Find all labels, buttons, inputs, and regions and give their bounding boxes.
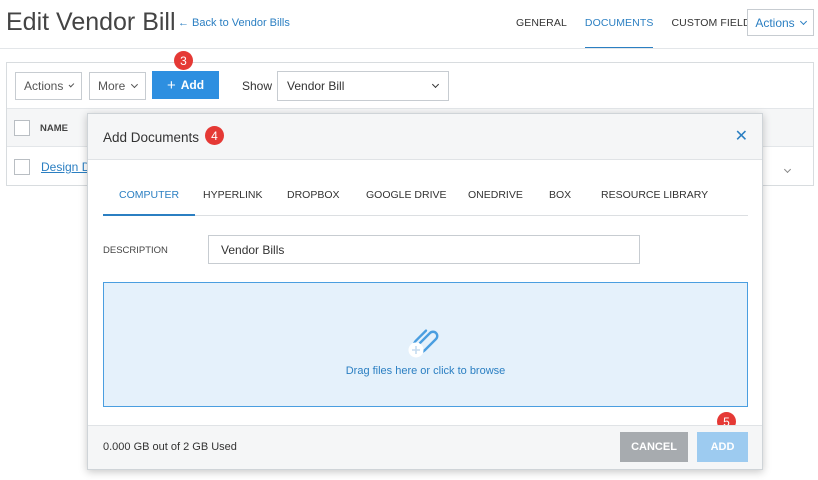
toolbar-actions-label: Actions (24, 79, 64, 93)
modal-source-tabs: COMPUTER HYPERLINK DROPBOX GOOGLE DRIVE … (102, 184, 748, 216)
chevron-down-icon (431, 80, 440, 89)
description-label: DESCRIPTION (103, 245, 168, 256)
row-checkbox[interactable] (14, 159, 30, 175)
chevron-down-icon (799, 17, 807, 25)
column-header-name[interactable]: NAME (40, 123, 68, 134)
tab-hyperlink[interactable]: HYPERLINK (203, 189, 263, 201)
header-actions-label: Actions (755, 15, 795, 30)
chevron-down-icon (131, 81, 139, 88)
back-link[interactable]: ← Back to Vendor Bills (178, 17, 290, 29)
add-documents-modal: Add Documents 4 ✕ COMPUTER HYPERLINK DRO… (87, 113, 763, 470)
plus-icon: + (166, 76, 176, 94)
back-link-label: Back to Vendor Bills (192, 17, 290, 29)
modal-footer: 0.000 GB out of 2 GB Used CANCEL ADD (88, 425, 762, 469)
toolbar-actions-button[interactable]: Actions (15, 72, 82, 100)
paperclip-icon (406, 319, 446, 359)
tab-onedrive[interactable]: ONEDRIVE (468, 189, 523, 201)
toolbar-more-label: More (98, 79, 126, 93)
header-divider (0, 48, 818, 49)
modal-title: Add Documents (103, 130, 200, 145)
back-arrow-icon: ← (178, 17, 189, 29)
add-document-button[interactable]: + Add (152, 71, 219, 99)
show-filter-value: Vendor Bill (287, 79, 345, 93)
tab-box[interactable]: BOX (549, 189, 571, 201)
show-filter-select[interactable]: Vendor Bill (277, 71, 449, 101)
header-actions-button[interactable]: Actions (747, 9, 814, 36)
add-document-label: Add (180, 78, 205, 92)
document-name-link[interactable]: Design D (41, 160, 90, 174)
callout-4: 4 (205, 126, 224, 145)
callout-3: 3 (174, 51, 193, 70)
tab-google-drive[interactable]: GOOGLE DRIVE (366, 189, 447, 201)
toolbar-more-button[interactable]: More (89, 72, 146, 100)
tab-computer[interactable]: COMPUTER (102, 189, 196, 216)
page-title: Edit Vendor Bill (6, 8, 176, 36)
select-all-checkbox[interactable] (14, 120, 30, 136)
tab-dropbox[interactable]: DROPBOX (287, 189, 340, 201)
tab-documents[interactable]: DOCUMENTS (584, 17, 654, 49)
tab-general[interactable]: GENERAL (516, 17, 567, 29)
top-tabs: GENERAL DOCUMENTS CUSTOM FIELDS (516, 17, 776, 49)
close-icon[interactable]: ✕ (735, 129, 748, 145)
show-label: Show (242, 79, 273, 93)
description-input[interactable] (208, 235, 640, 264)
storage-usage: 0.000 GB out of 2 GB Used (103, 441, 237, 453)
dropzone-text: Drag files here or click to browse (345, 364, 506, 377)
modal-header: Add Documents 4 ✕ (88, 114, 762, 160)
cancel-button[interactable]: CANCEL (620, 432, 688, 462)
row-expand-icon[interactable] (783, 161, 792, 175)
chevron-down-icon (68, 81, 75, 88)
file-dropzone[interactable]: Drag files here or click to browse (103, 282, 748, 407)
tab-resource-library[interactable]: RESOURCE LIBRARY (601, 189, 708, 201)
tab-custom-fields[interactable]: CUSTOM FIELDS (671, 17, 757, 29)
add-button[interactable]: ADD (697, 432, 748, 462)
